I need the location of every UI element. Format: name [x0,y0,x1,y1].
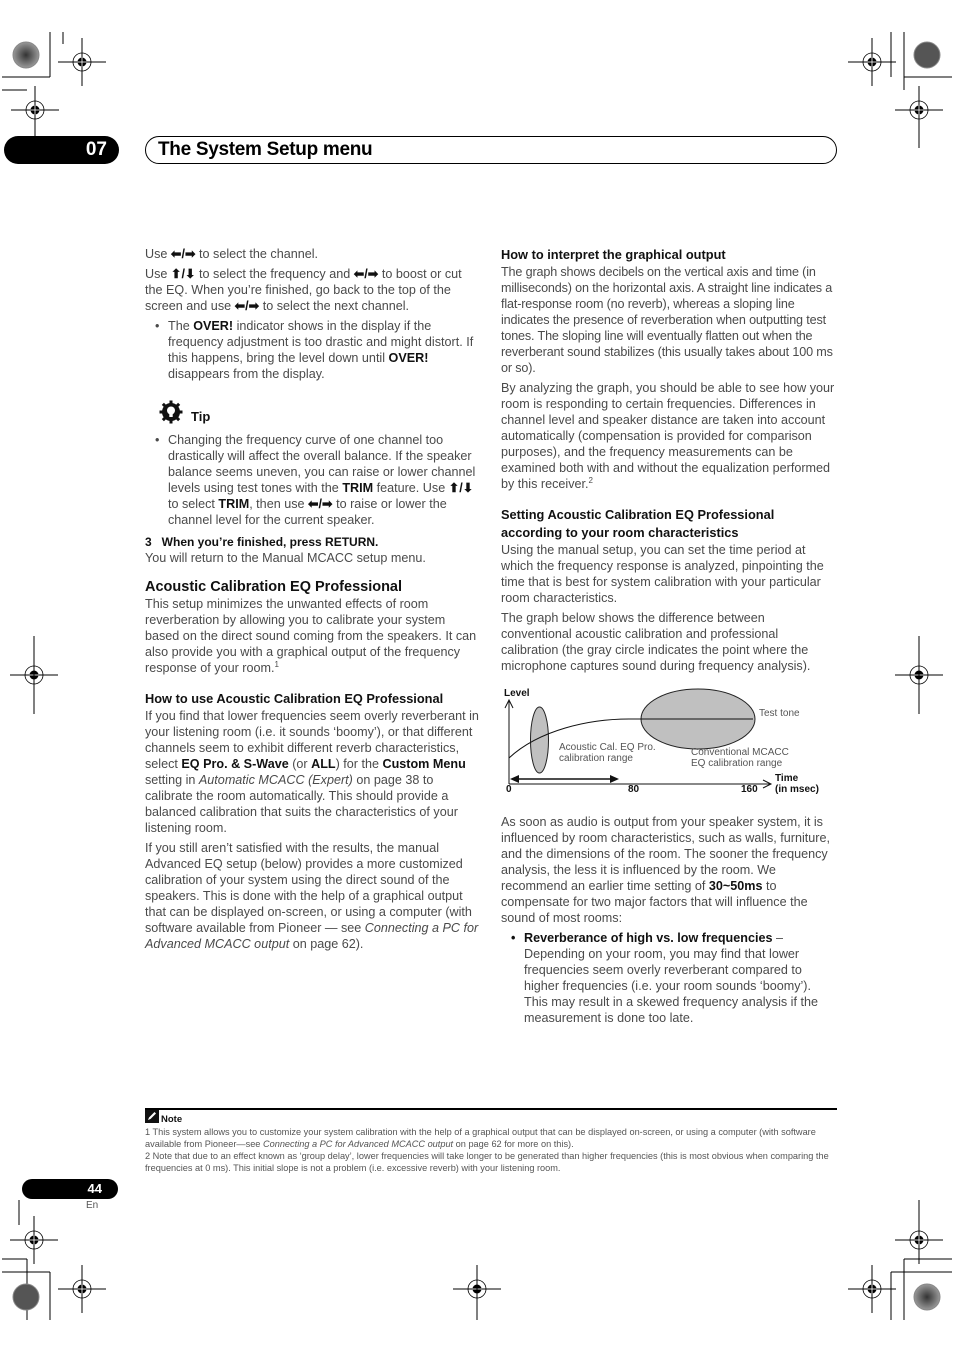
lightbulb-gear-icon [159,400,183,428]
section-title-acoustic-calibration: Acoustic Calibration EQ Professional [145,579,403,595]
x-tick-80: 80 [628,784,640,795]
pro-range-label-line1: Acoustic Cal. EQ Pro. [559,742,656,753]
x-axis-label-line1: Time [775,773,799,784]
right-column: How to interpret the graphical output Th… [501,246,837,1030]
paragraph-select-channel: Use ⬅/➡ to select the channel. [145,247,319,261]
step-3-text: You will return to the Manual MCACC setu… [145,551,426,565]
tip-label: Tip [191,409,211,424]
tip-heading: Tip [159,400,480,428]
bullet-reverberance: • Reverberance of high vs. low frequenci… [511,931,818,1025]
interpret-paragraph-1: The graph shows decibels on the vertical… [501,265,833,375]
y-axis-label: Level [504,688,530,699]
chapter-title: The System Setup menu [158,139,373,160]
tip-bullet: • Changing the frequency curve of one ch… [155,433,476,527]
conv-range-label-line2: EQ calibration range [691,758,783,769]
howto-paragraph-1: If you find that lower frequencies seem … [145,709,479,835]
bullet-dot: • [155,319,160,333]
section-intro: This setup minimizes the unwanted effect… [145,597,477,675]
audio-paragraph: As soon as audio is output from your spe… [501,815,830,925]
up-down-arrow-icon: ⬆/⬇ [448,481,474,495]
footnote-ref[interactable]: 1 [275,660,279,669]
calibration-range-diagram: Level Test tone Acoustic Cal. EQ Pro. ca… [501,688,837,806]
interpret-title: How to interpret the graphical output [501,247,726,262]
left-right-arrow-icon: ⬅/➡ [308,497,333,511]
page-number: 44 [87,1181,102,1196]
left-column: Use ⬅/➡ to select the channel. Use ⬆/⬇ t… [145,246,480,956]
curve-label: Test tone [759,708,800,719]
chapter-tab: 07 [4,136,119,164]
bullet-over-indicator: • The OVER! indicator shows in the displ… [155,319,474,381]
bullet-dot: • [511,931,516,945]
pro-range-ellipse [530,706,549,774]
footnote-2: 2 Note that due to an effect known as ‘g… [145,1151,829,1173]
setting-title: Setting Acoustic Calibration EQ Professi… [501,507,775,540]
cross-reference-link[interactable]: Automatic MCACC (Expert) [199,773,353,787]
step-3-heading: 3 When you’re finished, press RETURN. [145,535,379,549]
setting-paragraph-2: The graph below shows the difference bet… [501,611,811,673]
chapter-title-bar: The System Setup menu [145,136,837,164]
note-divider [145,1108,837,1110]
footnote-1: 1 This system allows you to customize yo… [145,1127,816,1149]
range-arrow-left-head [510,775,519,783]
conv-range-label-line1: Conventional MCACC [691,747,789,758]
x-axis-label-line2: (in msec) [775,784,819,795]
range-arrow-right-head [610,775,619,783]
up-down-arrow-icon: ⬆/⬇ [170,267,196,281]
x-tick-160: 160 [741,784,758,795]
page-language: En [86,1200,99,1211]
cross-reference-link[interactable]: Connecting a PC for Advanced MCACC outpu… [263,1139,453,1149]
x-tick-0: 0 [506,784,512,795]
pro-range-label-line2: calibration range [559,753,633,764]
setting-paragraph-1: Using the manual setup, you can set the … [501,543,824,605]
footnotes: 1 This system allows you to customize yo… [145,1126,840,1174]
paragraph-select-frequency: Use ⬆/⬇ to select the frequency and ⬅/➡ … [145,267,462,313]
bullet-dot: • [155,433,160,447]
left-right-arrow-icon: ⬅/➡ [234,299,260,313]
howto-paragraph-2: If you still aren’t satisfied with the r… [145,841,479,951]
note-label: Note [161,1113,183,1125]
footnote-ref[interactable]: 2 [589,476,593,485]
page-number-tab: 44 [22,1179,118,1199]
left-right-arrow-icon: ⬅/➡ [353,267,379,281]
interpret-paragraph-2: By analyzing the graph, you should be ab… [501,381,835,491]
left-right-arrow-icon: ⬅/➡ [170,247,196,261]
howto-title: How to use Acoustic Calibration EQ Profe… [145,691,444,706]
chapter-number: 07 [85,139,107,160]
